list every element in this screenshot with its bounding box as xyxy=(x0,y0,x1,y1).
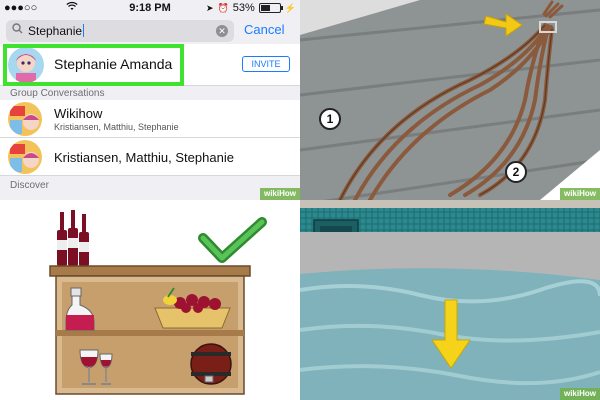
invite-button[interactable]: INVITE xyxy=(242,56,290,72)
section-discover: Discover xyxy=(10,180,49,191)
battery-icon xyxy=(258,3,283,13)
callout-one-text: 1 xyxy=(327,112,334,126)
cord-illustration-panel: 1 2 wikiHow xyxy=(300,0,600,200)
group-title: Wikihow xyxy=(54,106,103,121)
cord-illustration: 1 2 xyxy=(300,0,600,200)
group-title: Kristiansen, Matthiu, Stephanie xyxy=(54,150,234,165)
search-value: Stephanie xyxy=(28,24,83,38)
wikihow-watermark: wikiHow xyxy=(259,188,300,200)
group-avatar xyxy=(8,140,42,174)
group-row-wikihow[interactable]: Wikihow Kristiansen, Matthiu, Stephanie xyxy=(0,100,300,138)
cancel-button[interactable]: Cancel xyxy=(244,22,284,37)
wikihow-watermark: wikiHow xyxy=(559,188,600,200)
search-input[interactable]: Stephanie ✕ xyxy=(6,20,234,42)
wine-cabinet-panel xyxy=(0,200,300,400)
messenger-search-panel: ●●●○○ 9:18 PM ➤ ⏰ 53% ⚡ Stephanie ✕ Canc… xyxy=(0,0,300,200)
wine-cabinet-illustration xyxy=(0,200,300,400)
section-group-conversations: Group Conversations xyxy=(10,88,105,99)
wikihow-watermark: wikiHow xyxy=(559,388,600,400)
group-subtitle: Kristiansen, Matthiu, Stephanie xyxy=(54,122,179,132)
callout-badge-two: 2 xyxy=(505,161,527,183)
group-avatar xyxy=(8,102,42,136)
charging-bolt-icon: ⚡ xyxy=(284,2,296,13)
callout-badge-one: 1 xyxy=(319,108,341,130)
location-arrow-icon: ➤ xyxy=(205,2,214,13)
clear-search-icon[interactable]: ✕ xyxy=(216,25,228,37)
battery-percent: 53% xyxy=(232,2,255,14)
pool-panel: wikiHow xyxy=(300,200,600,400)
text-caret xyxy=(83,24,85,37)
callout-two-text: 2 xyxy=(513,165,520,179)
group-row-kristiansen[interactable]: Kristiansen, Matthiu, Stephanie xyxy=(0,138,300,176)
status-bar: ●●●○○ 9:18 PM ➤ ⏰ 53% ⚡ xyxy=(0,0,300,16)
highlight-box xyxy=(3,44,184,86)
search-icon xyxy=(12,23,23,37)
pool-illustration xyxy=(300,200,600,400)
alarm-clock-icon: ⏰ xyxy=(217,2,229,13)
wine-bottles xyxy=(57,210,89,266)
